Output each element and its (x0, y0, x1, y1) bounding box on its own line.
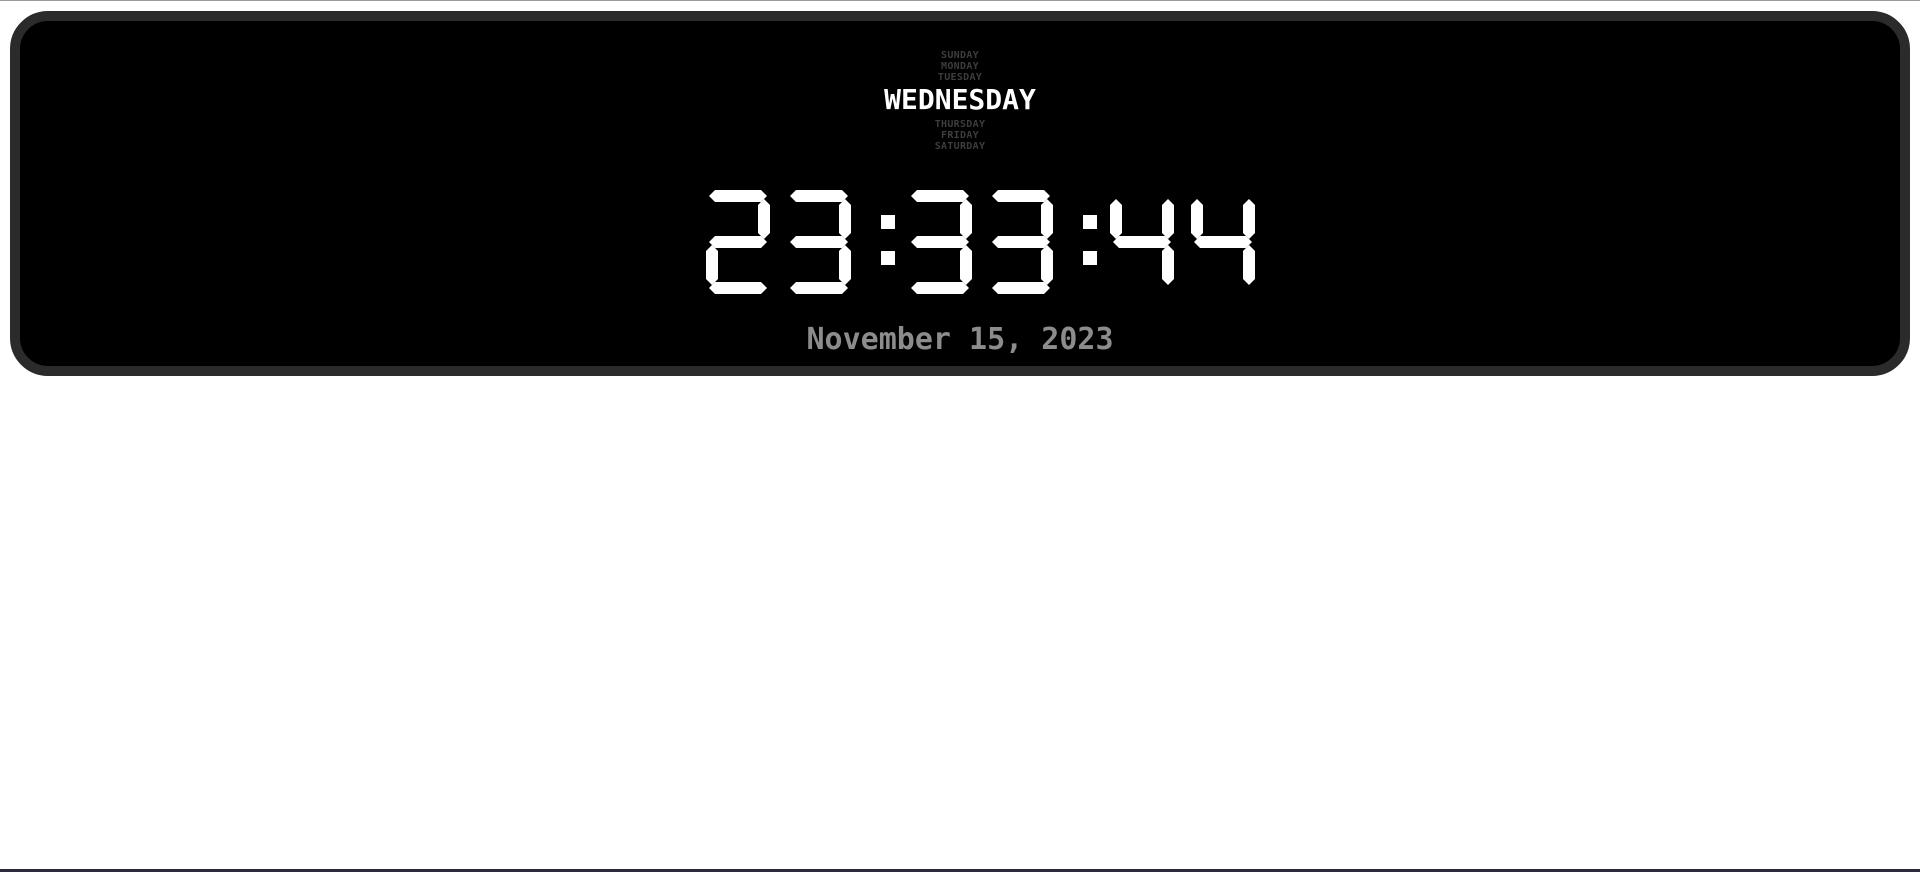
segment-g (709, 236, 767, 248)
top-divider (0, 0, 1920, 1)
segment-c (1162, 245, 1174, 285)
segment-a (709, 190, 767, 202)
segment-d (911, 282, 969, 294)
colon-dot (881, 215, 895, 229)
colon-dot (1083, 215, 1097, 229)
segment-d (992, 282, 1050, 294)
segment-b (960, 199, 972, 239)
clock-widget: SUNDAY MONDAY TUESDAY WEDNESDAY THURSDAY… (10, 11, 1910, 376)
segment-c (960, 245, 972, 285)
segment-d (709, 282, 767, 294)
day-tuesday: TUESDAY (937, 72, 983, 83)
segment-b (839, 199, 851, 239)
segment-g (790, 236, 848, 248)
segment-d (790, 282, 848, 294)
current-day: WEDNESDAY (884, 83, 1036, 116)
time-digit-3 (992, 190, 1053, 294)
date-text: November 15, 2023 (806, 322, 1114, 357)
segment-b (1041, 199, 1053, 239)
time-digit-1 (790, 190, 851, 294)
segment-g (1194, 236, 1252, 248)
segment-f (1191, 199, 1203, 239)
segment-b (1162, 199, 1174, 239)
day-saturday: SATURDAY (934, 141, 986, 152)
time-digit-0 (706, 190, 770, 294)
segment-a (911, 190, 969, 202)
day-thursday: THURSDAY (934, 119, 986, 130)
segment-b (1243, 199, 1255, 239)
segment-g (1113, 236, 1171, 248)
time-digit-4 (1110, 199, 1174, 285)
time-digit-2 (911, 190, 972, 294)
segment-c (1041, 245, 1053, 285)
segment-f (1110, 199, 1122, 239)
colon-dot (1083, 251, 1097, 265)
segment-b (758, 199, 770, 239)
segment-g (992, 236, 1050, 248)
time-digit-5 (1191, 199, 1255, 285)
day-list-above: SUNDAY MONDAY TUESDAY (20, 50, 1900, 83)
day-list-below: THURSDAY FRIDAY SATURDAY (20, 119, 1900, 152)
time-display (699, 180, 1259, 298)
segment-a (992, 190, 1050, 202)
segment-c (1243, 245, 1255, 285)
colon-dot (881, 251, 895, 265)
day-friday: FRIDAY (941, 130, 979, 141)
segment-e (706, 245, 718, 285)
segment-g (911, 236, 969, 248)
day-monday: MONDAY (941, 61, 979, 72)
segment-a (790, 190, 848, 202)
segment-c (839, 245, 851, 285)
seven-segment-time (706, 190, 1255, 294)
day-sunday: SUNDAY (941, 50, 979, 61)
